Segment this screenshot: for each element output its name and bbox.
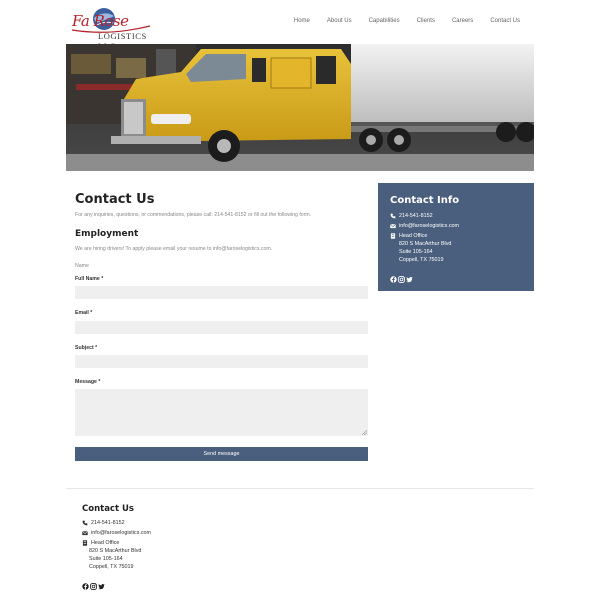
footer-address-line-1: 820 S MacArthur Blvd (89, 548, 142, 554)
building-icon (82, 540, 88, 546)
nav-contact-us[interactable]: Contact Us (490, 18, 520, 24)
instagram-icon[interactable] (90, 577, 97, 590)
envelope-icon (390, 223, 396, 229)
contact-info-title: Contact Info (390, 195, 460, 206)
envelope-icon (82, 530, 88, 536)
hero-truck-image (66, 44, 534, 171)
address-line-3: Coppell, TX 75019 (399, 257, 444, 263)
building-icon (390, 233, 396, 239)
phone-link[interactable]: 214-541-8152 (399, 213, 433, 219)
site-header: Fa Rose LOGISTICS LLC Home About Us Capa… (0, 0, 600, 51)
page-title: Contact Us (75, 192, 155, 207)
phone-icon (390, 213, 396, 219)
footer-office-label: Head Office (91, 540, 120, 546)
social-links (390, 270, 413, 283)
footer-phone-link[interactable]: 214-541-8152 (91, 520, 125, 526)
message-textarea[interactable] (75, 389, 368, 436)
email-link[interactable]: info@faroselogistics.com (399, 223, 459, 229)
nav-about-us[interactable]: About Us (327, 18, 352, 24)
nav-capabilities[interactable]: Capabilities (369, 18, 400, 24)
email-row: info@faroselogistics.com (390, 223, 459, 229)
instagram-icon[interactable] (398, 270, 405, 283)
intro-text: For any inquiries, questions, or commend… (75, 212, 312, 218)
contact-info-panel: Contact Info 214-541-8152 info@faroselog… (378, 183, 534, 291)
twitter-icon[interactable] (406, 270, 413, 283)
nav-careers[interactable]: Careers (452, 18, 473, 24)
office-row: Head Office (390, 233, 427, 239)
facebook-icon[interactable] (82, 577, 89, 590)
address-line-1: 820 S MacArthur Blvd (399, 241, 452, 247)
email-field[interactable] (75, 321, 368, 334)
full-name-label: Full Name * (75, 276, 104, 282)
employment-heading: Employment (75, 229, 139, 239)
nav-clients[interactable]: Clients (417, 18, 435, 24)
facebook-icon[interactable] (390, 270, 397, 283)
full-name-field[interactable] (75, 286, 368, 299)
employment-text: We are hiring drivers! To apply please e… (75, 246, 273, 252)
resize-handle-icon[interactable] (362, 430, 367, 435)
main-nav: Home About Us Capabilities Clients Caree… (277, 18, 520, 24)
office-label: Head Office (399, 233, 428, 239)
message-label: Message * (75, 379, 101, 385)
footer-address-line-2: Suite 105-164 (89, 556, 123, 562)
address-line-2: Suite 105-164 (399, 249, 433, 255)
nav-home[interactable]: Home (294, 18, 310, 24)
twitter-icon[interactable] (98, 577, 105, 590)
phone-icon (82, 520, 88, 526)
footer-divider (66, 488, 534, 489)
footer-phone-row: 214-541-8152 (82, 520, 125, 526)
email-label: Email * (75, 310, 93, 316)
phone-row: 214-541-8152 (390, 213, 433, 219)
footer-address-line-3: Coppell, TX 75019 (89, 564, 134, 570)
footer-contact-title: Contact Us (82, 504, 134, 514)
footer-email-row: info@faroselogistics.com (82, 530, 151, 536)
footer-email-link[interactable]: info@faroselogistics.com (91, 530, 151, 536)
footer-social-links (82, 577, 105, 590)
company-logo[interactable]: Fa Rose LOGISTICS LLC (70, 6, 160, 51)
footer-office-row: Head Office (82, 540, 119, 546)
subject-field[interactable] (75, 355, 368, 368)
send-message-button[interactable]: Send message (75, 447, 368, 461)
name-legend: Name (75, 263, 89, 269)
logo-script-text: Fa Rose (72, 12, 129, 30)
subject-label: Subject * (75, 345, 98, 351)
